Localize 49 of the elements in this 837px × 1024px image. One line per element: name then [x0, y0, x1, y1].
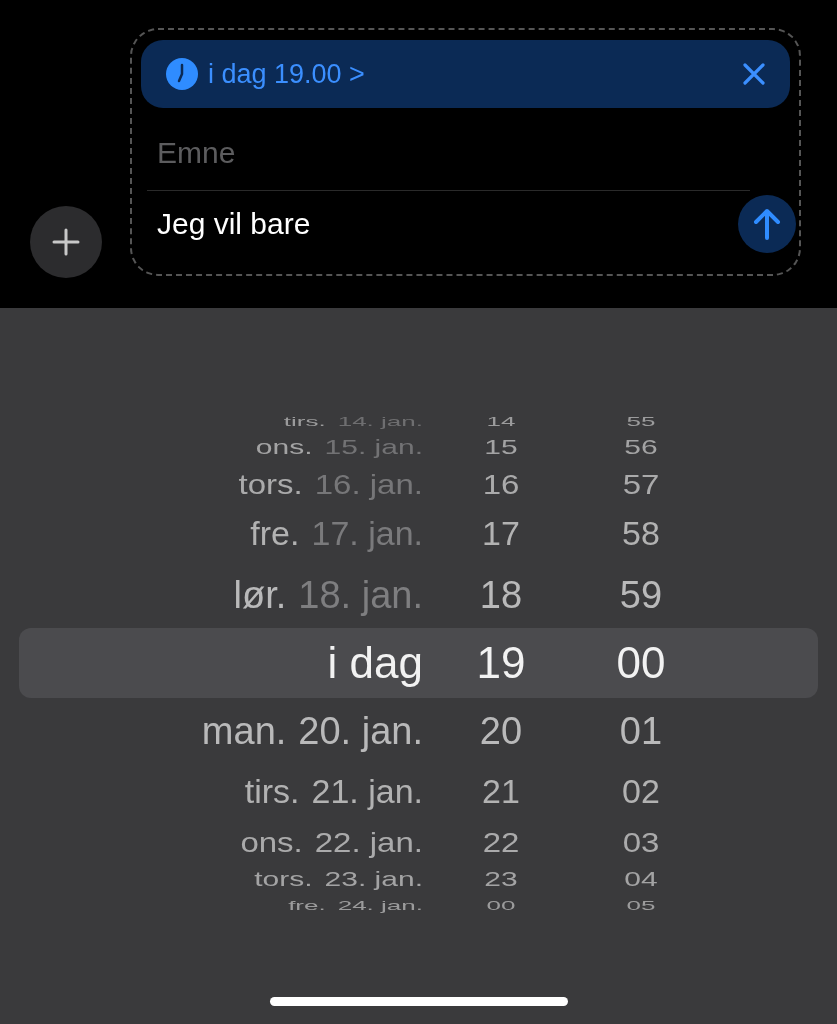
up-arrow-icon — [752, 207, 782, 241]
schedule-time-link[interactable]: i dag 19.00 > — [208, 58, 365, 90]
minute-label[interactable]: 57 — [622, 470, 660, 498]
minute-label[interactable]: 56 — [624, 436, 658, 458]
subject-field[interactable]: Emne — [141, 128, 790, 178]
hour-label[interactable]: 23 — [484, 868, 518, 890]
day-label[interactable]: tirs. — [283, 414, 326, 428]
hour-label[interactable]: 22 — [482, 827, 520, 857]
day-label[interactable]: fre. — [288, 898, 326, 912]
hour-label[interactable]: 16 — [482, 470, 520, 498]
hour-label[interactable]: 14 — [486, 414, 516, 428]
minute-label[interactable]: 02 — [622, 775, 660, 809]
minute-label[interactable]: 59 — [619, 576, 663, 614]
date-label[interactable]: 24. jan. — [337, 898, 423, 912]
hour-label[interactable]: 17 — [482, 517, 520, 551]
date-label[interactable]: 20. jan. — [298, 712, 423, 750]
date-label[interactable]: 16. jan. — [314, 470, 423, 498]
date-label[interactable]: 21. jan. — [311, 775, 423, 809]
hour-label[interactable]: 15 — [484, 436, 518, 458]
hour-label[interactable]: 18 — [479, 576, 523, 614]
hour-label[interactable]: 19 — [476, 641, 526, 685]
date-label[interactable]: 18. jan. — [298, 576, 423, 614]
date-label[interactable]: 23. jan. — [324, 868, 423, 890]
day-label[interactable]: ons. — [255, 436, 313, 458]
minute-label[interactable]: 05 — [626, 898, 656, 912]
plus-icon — [51, 227, 81, 257]
day-label[interactable]: lør. — [233, 576, 287, 614]
minute-label[interactable]: 58 — [622, 517, 660, 551]
day-label[interactable]: tors. — [238, 470, 303, 498]
day-label[interactable]: tirs. — [244, 775, 300, 809]
date-label[interactable]: 22. jan. — [314, 827, 423, 857]
hour-label[interactable]: 20 — [479, 712, 523, 750]
day-label[interactable]: tors. — [254, 868, 313, 890]
minute-label[interactable]: 03 — [622, 827, 660, 857]
date-label[interactable]: 17. jan. — [311, 517, 423, 551]
hour-label[interactable]: 21 — [482, 775, 520, 809]
close-icon — [742, 62, 766, 86]
minute-label[interactable]: 01 — [619, 712, 663, 750]
hour-label[interactable]: 00 — [486, 898, 516, 912]
minute-label[interactable]: 55 — [626, 414, 656, 428]
message-field[interactable]: Jeg vil bare — [141, 199, 738, 249]
clock-icon — [166, 58, 198, 90]
day-label[interactable]: fre. — [250, 517, 300, 551]
minute-label[interactable]: 04 — [624, 868, 658, 890]
minute-label[interactable]: 00 — [616, 641, 666, 685]
close-button[interactable] — [742, 62, 766, 86]
day-label[interactable]: man. — [201, 712, 287, 750]
day-label[interactable]: i dag — [327, 641, 423, 685]
day-label[interactable]: ons. — [240, 827, 303, 857]
